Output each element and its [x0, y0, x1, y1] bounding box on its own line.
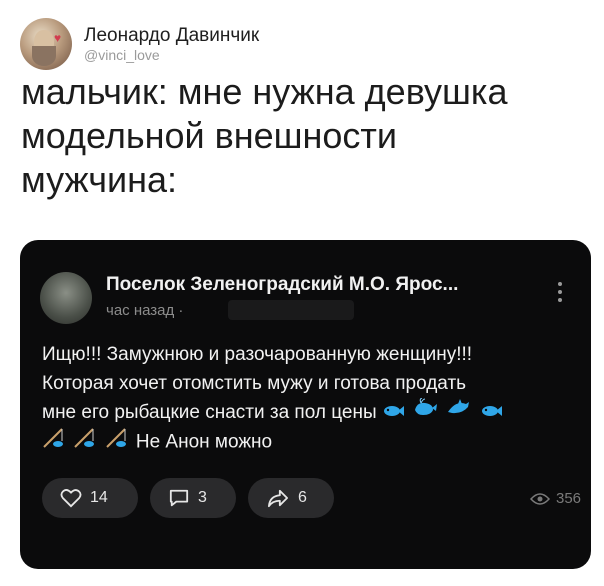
- tweet-header: ♥ Леонардо Давинчик @vinci_love: [20, 16, 259, 72]
- comment-icon: [169, 489, 189, 507]
- view-counter: 356: [530, 490, 581, 507]
- author-names: Леонардо Давинчик @vinci_love: [84, 25, 259, 63]
- like-count: 14: [90, 489, 108, 506]
- whale-emoji: [413, 398, 438, 427]
- author-avatar[interactable]: ♥: [20, 18, 72, 70]
- comment-count: 3: [198, 489, 207, 506]
- tweet-text: мальчик: мне нужна девушка модельной вне…: [21, 71, 508, 200]
- post-body-line: Ищю!!! Замужнюю и разочарованную женщину…: [42, 344, 473, 365]
- post-body-line: Которая хочет отомстить мужу и готова пр…: [42, 373, 467, 394]
- post-time: час назад ·: [106, 302, 184, 319]
- dolphin-emoji: [446, 398, 470, 427]
- post-body-line-with-emoji: Не Анон можно: [42, 427, 582, 458]
- fishing-pole-emoji: [42, 427, 64, 458]
- fishing-pole-emoji: [73, 427, 95, 458]
- post-body-line: мне его рыбацкие снасти за пол цены: [42, 402, 377, 423]
- author-display-name[interactable]: Леонардо Давинчик: [84, 25, 259, 47]
- share-button[interactable]: 6: [248, 478, 334, 518]
- post-body: Ищю!!! Замужнюю и разочарованную женщину…: [42, 340, 582, 458]
- heart-icon: ♥: [54, 31, 62, 45]
- embedded-post-screenshot: Поселок Зеленоградский М.О. Ярос... час …: [20, 240, 591, 569]
- redacted-block: [228, 300, 354, 320]
- group-avatar: [40, 272, 92, 324]
- post-body-line: Не Анон можно: [135, 432, 273, 453]
- share-icon: [267, 489, 288, 508]
- fish-emoji: [480, 398, 502, 427]
- author-handle[interactable]: @vinci_love: [84, 47, 259, 63]
- heart-icon: [60, 489, 82, 508]
- fish-emoji: [382, 398, 404, 427]
- view-count: 356: [556, 490, 582, 507]
- post-actions: 14 3 6: [42, 478, 334, 518]
- fishing-pole-emoji: [105, 427, 127, 458]
- share-count: 6: [298, 489, 307, 506]
- group-name: Поселок Зеленоградский М.О. Ярос...: [106, 274, 459, 295]
- post-body-line-with-emoji: мне его рыбацкие снасти за пол цены: [42, 398, 582, 427]
- eye-icon: [530, 492, 550, 505]
- more-icon: [558, 282, 564, 306]
- comment-button[interactable]: 3: [150, 478, 236, 518]
- like-button[interactable]: 14: [42, 478, 138, 518]
